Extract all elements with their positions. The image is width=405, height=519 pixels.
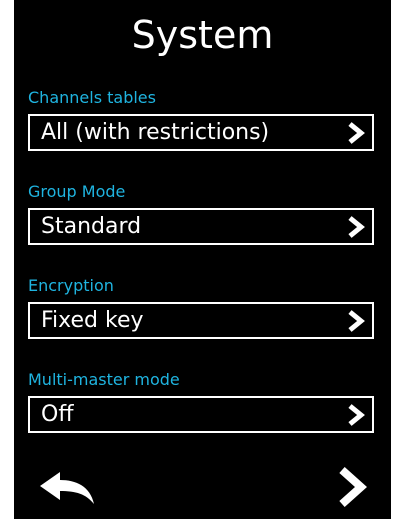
multi-master-mode-field[interactable]: Off (28, 396, 374, 433)
group-mode-value: Standard (41, 213, 142, 239)
next-chevron-icon[interactable] (336, 466, 368, 508)
page-title: System (131, 13, 274, 57)
encryption-label: Encryption (28, 276, 114, 295)
back-arrow-icon[interactable] (38, 470, 96, 506)
channels-tables-field[interactable]: All (with restrictions) (28, 114, 374, 151)
group-mode-label: Group Mode (28, 182, 126, 201)
chevron-right-icon (348, 403, 365, 426)
chevron-right-icon (348, 121, 365, 144)
chevron-right-icon (348, 309, 365, 332)
system-screen: System Channels tables All (with restric… (14, 0, 391, 519)
channels-tables-label: Channels tables (28, 88, 156, 107)
encryption-value: Fixed key (41, 307, 144, 333)
multi-master-mode-value: Off (41, 401, 74, 427)
encryption-field[interactable]: Fixed key (28, 302, 374, 339)
group-mode-field[interactable]: Standard (28, 208, 374, 245)
multi-master-mode-label: Multi-master mode (28, 370, 180, 389)
chevron-right-icon (348, 215, 365, 238)
channels-tables-value: All (with restrictions) (41, 119, 270, 145)
